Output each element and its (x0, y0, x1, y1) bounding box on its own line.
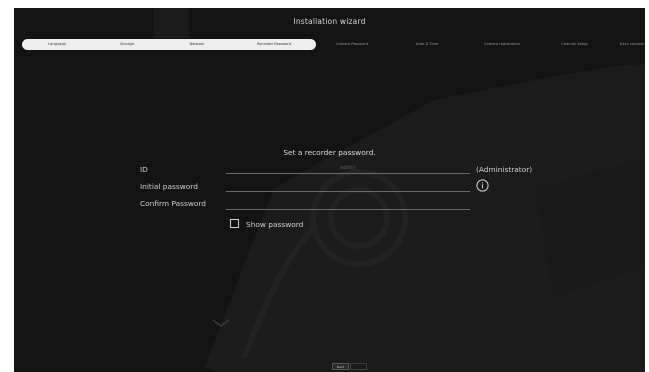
id-field: admin (226, 163, 470, 174)
show-password-label[interactable]: Show password (246, 220, 303, 229)
initial-password-input[interactable] (226, 181, 470, 192)
wizard-screen: Installation wizard Language Storage Net… (14, 8, 645, 372)
id-role-label: (Administrator) (476, 165, 533, 174)
id-label: ID (140, 165, 148, 174)
wizard-title: Installation wizard (293, 17, 366, 26)
info-icon[interactable] (476, 179, 489, 192)
secondary-button[interactable] (350, 363, 367, 370)
step-channel-setup[interactable]: Channel Setup (547, 39, 602, 50)
wizard-steps: Language Storage Network Recorder Passwo… (22, 39, 645, 50)
step-recorder-password[interactable]: Recorder Password (232, 39, 316, 50)
confirm-password-label: Confirm Password (140, 199, 206, 208)
next-button[interactable]: Next (332, 363, 349, 370)
confirm-password-input[interactable] (226, 199, 470, 210)
step-easy-connect[interactable]: Easy connect (612, 39, 645, 50)
initial-password-label: Initial password (140, 182, 198, 191)
step-language[interactable]: Language (22, 39, 92, 50)
password-prompt: Set a recorder password. (283, 148, 376, 157)
step-camera-registration[interactable]: Camera registration (472, 39, 532, 50)
step-network[interactable]: Network (162, 39, 232, 50)
step-date-time[interactable]: Date & Time (402, 39, 452, 50)
chevron-down-icon (212, 319, 230, 327)
show-password-checkbox[interactable] (230, 219, 239, 228)
footer-buttons: Next (332, 363, 370, 370)
step-camera-password[interactable]: Camera Password (322, 39, 382, 50)
step-storage[interactable]: Storage (92, 39, 162, 50)
